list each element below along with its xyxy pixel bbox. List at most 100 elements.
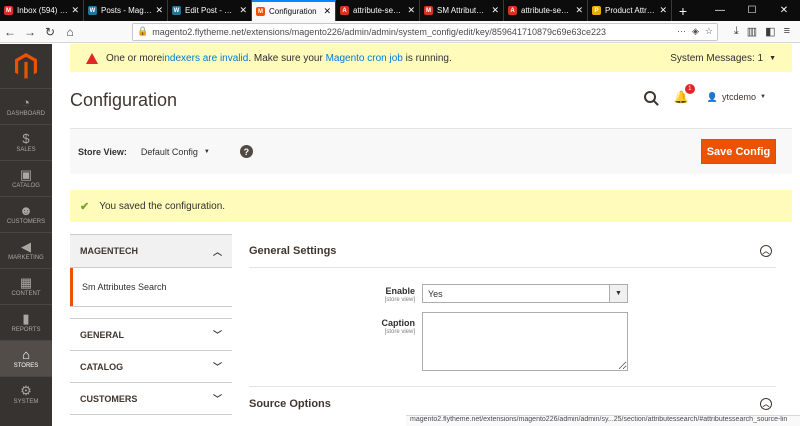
new-tab-button[interactable]: + bbox=[672, 0, 694, 21]
store-view-switcher[interactable]: Default Config ▼ bbox=[141, 147, 210, 157]
browser-tab[interactable]: P Product Attribu ✕ bbox=[588, 0, 672, 21]
sidebar-item-system[interactable]: ⚙ SYSTEM bbox=[0, 376, 52, 412]
favicon-icon: W bbox=[172, 6, 181, 15]
favicon-icon: M bbox=[424, 6, 433, 15]
tab-label: Configuration bbox=[269, 7, 317, 16]
browser-tab[interactable]: W Edit Post - MagenTe✕ bbox=[168, 0, 252, 21]
general-settings-header[interactable]: General Settings ︿ bbox=[249, 234, 776, 268]
minimize-icon[interactable]: — bbox=[704, 0, 736, 21]
sidebar-item-stores[interactable]: ⌂ STORES bbox=[0, 340, 52, 376]
home-icon[interactable]: ⌂ bbox=[60, 22, 80, 42]
section-title: General Settings bbox=[249, 244, 337, 257]
check-icon: ✔ bbox=[80, 200, 90, 213]
sidebar-item-label: CONTENT bbox=[11, 291, 41, 297]
settings-panel: General Settings ︿ Enable [store view] Y… bbox=[249, 234, 776, 420]
tab-label: Posts - MagenTech bbox=[101, 6, 153, 15]
tab-list: MInbox (594) - tu✕WPosts - MagenTech✕WEd… bbox=[0, 0, 672, 21]
url-bar[interactable]: 🔒 magento2.flytheme.net/extensions/magen… bbox=[132, 22, 718, 41]
tab-label: Sm Attributes Search bbox=[82, 282, 167, 292]
close-tab-icon[interactable]: ✕ bbox=[323, 6, 331, 17]
lock-icon: 🔒 bbox=[137, 26, 149, 36]
tab-label: attribute-search bbox=[353, 6, 405, 15]
close-tab-icon[interactable]: ✕ bbox=[239, 5, 247, 16]
sidebar-item-label: CUSTOMERS bbox=[6, 219, 46, 225]
reload-icon[interactable]: ↻ bbox=[40, 22, 60, 42]
config-tabs-nav: MAGENTECH ︿ Sm Attributes Search GENERAL… bbox=[70, 234, 232, 426]
marketing-icon: ◀ bbox=[21, 239, 31, 254]
save-config-button[interactable]: Save Config bbox=[701, 139, 776, 164]
close-tab-icon[interactable]: ✕ bbox=[491, 5, 499, 16]
system-messages-toggle[interactable]: System Messages: 1 ▼ bbox=[670, 53, 776, 64]
system-message-bar: One or more indexers are invalid . Make … bbox=[70, 44, 792, 72]
library-icon[interactable]: ▥ bbox=[747, 25, 757, 38]
browser-tab[interactable]: Aattribute-search ✕ bbox=[504, 0, 588, 21]
pocket-icon[interactable]: ◈ bbox=[692, 26, 699, 37]
close-tab-icon[interactable]: ✕ bbox=[659, 5, 667, 16]
sysmsg-text-mid: . Make sure your bbox=[248, 52, 326, 64]
notifications-bell-icon[interactable]: 🔔 1 bbox=[674, 84, 695, 104]
tab-group-sales[interactable]: SALES﹀ bbox=[70, 414, 232, 426]
cron-job-link[interactable]: Magento cron job bbox=[326, 53, 403, 64]
tab-label: SM Attributes S bbox=[437, 6, 489, 15]
sales-icon: $ bbox=[22, 131, 30, 146]
maximize-icon[interactable]: ☐ bbox=[736, 0, 768, 21]
sidebar-item-marketing[interactable]: ◀ MARKETING bbox=[0, 232, 52, 268]
tab-group-label: MAGENTECH bbox=[80, 246, 138, 256]
browser-tab[interactable]: M Configuration ✕ bbox=[252, 0, 336, 21]
sidebar-item-label: SYSTEM bbox=[13, 399, 39, 405]
caret-down-icon: ▼ bbox=[609, 285, 627, 302]
favicon-icon: P bbox=[592, 6, 601, 15]
user-menu[interactable]: 👤 ytcdemo ▼ bbox=[707, 92, 766, 103]
chevron-down-icon: ﹀ bbox=[212, 362, 222, 372]
system-icon: ⚙ bbox=[20, 383, 32, 398]
caret-down-icon: ▼ bbox=[203, 148, 210, 155]
download-icon[interactable]: ⤓ bbox=[734, 25, 739, 38]
sidebar-icon[interactable]: ◧ bbox=[765, 25, 775, 38]
close-tab-icon[interactable]: ✕ bbox=[407, 5, 415, 16]
tab-label: Product Attribu bbox=[605, 6, 657, 15]
close-tab-icon[interactable]: ✕ bbox=[155, 5, 163, 16]
stores-icon: ⌂ bbox=[22, 347, 30, 362]
caret-down-icon: ▼ bbox=[760, 94, 766, 100]
close-tab-icon[interactable]: ✕ bbox=[575, 5, 583, 16]
forward-icon[interactable]: → bbox=[20, 22, 40, 42]
tab-group-customers[interactable]: CUSTOMERS ﹀ bbox=[70, 382, 232, 414]
browser-tab[interactable]: W Posts - MagenTech✕ bbox=[84, 0, 168, 21]
bookmark-icon[interactable]: ☆ bbox=[705, 26, 713, 37]
more-icon[interactable]: ··· bbox=[677, 26, 686, 37]
enable-select[interactable]: Yes ▼ bbox=[422, 284, 628, 303]
customers-icon: ☻ bbox=[19, 203, 33, 218]
search-icon[interactable] bbox=[643, 91, 656, 103]
warning-icon bbox=[86, 52, 98, 64]
caption-textarea[interactable] bbox=[422, 312, 628, 371]
tab-group-magentech[interactable]: MAGENTECH ︿ bbox=[70, 234, 232, 268]
window-controls: — ☐ ✕ bbox=[704, 0, 800, 21]
menu-icon[interactable]: ≡ bbox=[784, 25, 790, 38]
tab-group-general[interactable]: GENERAL ﹀ bbox=[70, 318, 232, 350]
help-icon[interactable]: ? bbox=[239, 145, 253, 158]
tab-group-catalog[interactable]: CATALOG ﹀ bbox=[70, 350, 232, 382]
enable-scope: [store view] bbox=[384, 297, 415, 303]
success-text: You saved the configuration. bbox=[99, 200, 226, 212]
browser-tabbar: MInbox (594) - tu✕WPosts - MagenTech✕WEd… bbox=[0, 0, 800, 21]
browser-tab[interactable]: M SM Attributes S ✕ bbox=[420, 0, 504, 21]
user-icon: 👤 bbox=[706, 91, 719, 102]
tab-group-label: CUSTOMERS bbox=[80, 393, 138, 404]
sidebar-item-content[interactable]: ▦ CONTENT bbox=[0, 268, 52, 304]
browser-tab[interactable]: Aattribute-search ✕ bbox=[336, 0, 420, 21]
browser-tab[interactable]: M Inbox (594) - tu ✕ bbox=[0, 0, 84, 21]
magento-logo-icon bbox=[15, 53, 37, 79]
sidebar-item-sales[interactable]: $ SALES bbox=[0, 124, 52, 160]
close-window-icon[interactable]: ✕ bbox=[768, 0, 800, 21]
magento-logo[interactable] bbox=[0, 44, 52, 88]
sidebar-item-customers[interactable]: ☻ CUSTOMERS bbox=[0, 196, 52, 232]
caption-scope: [store view] bbox=[384, 329, 415, 335]
close-tab-icon[interactable]: ✕ bbox=[71, 5, 79, 16]
sidebar-item-label: DASHBOARD bbox=[6, 111, 45, 117]
tab-sm-attributes-search[interactable]: Sm Attributes Search bbox=[70, 268, 232, 306]
sidebar-item-dashboard[interactable]: ◔ DASHBOARD bbox=[0, 88, 52, 124]
indexers-link[interactable]: indexers are invalid bbox=[162, 53, 248, 64]
sidebar-item-reports[interactable]: ▮ REPORTS bbox=[0, 304, 52, 340]
back-icon[interactable]: ← bbox=[0, 22, 20, 42]
sidebar-item-catalog[interactable]: ▣ CATALOG bbox=[0, 160, 52, 196]
